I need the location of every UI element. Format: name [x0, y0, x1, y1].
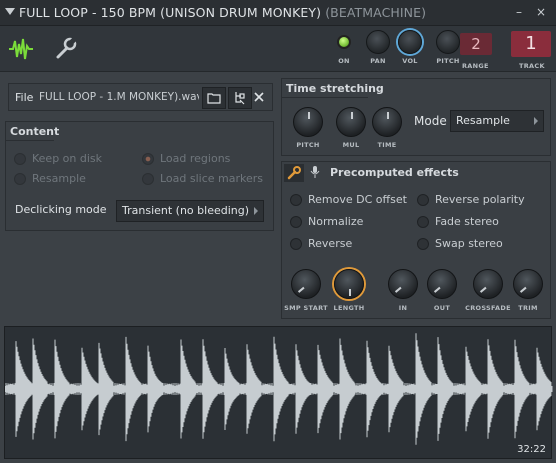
- fade-stereo-label: Fade stereo: [435, 215, 499, 228]
- declicking-mode-value: Transient (no bleeding): [122, 204, 250, 217]
- load-regions-label: Load regions: [160, 152, 231, 165]
- reverse-radio[interactable]: [290, 237, 302, 250]
- resample-label: Resample: [32, 172, 86, 185]
- browse-icon: [235, 92, 245, 105]
- pan-control[interactable]: PAN: [364, 30, 392, 65]
- on-toggle[interactable]: ON: [333, 30, 355, 65]
- microphone-icon[interactable]: [310, 165, 320, 179]
- pitch-control[interactable]: PITCH: [434, 30, 462, 65]
- reverse-polarity-radio[interactable]: [417, 193, 429, 206]
- waveform-path: [4, 333, 553, 445]
- load-slice-markers-label: Load slice markers: [160, 172, 264, 185]
- crossfade-knob[interactable]: [473, 269, 503, 299]
- resample-option[interactable]: Resample: [14, 172, 86, 185]
- declicking-mode-label: Declicking mode: [15, 203, 107, 216]
- waveform-display[interactable]: 32:22: [4, 326, 553, 460]
- pitch-knob[interactable]: [436, 30, 460, 54]
- trim-knob[interactable]: [513, 269, 543, 299]
- track-value[interactable]: 1: [511, 31, 551, 57]
- swap-stereo-label: Swap stereo: [435, 237, 503, 250]
- wrench-tab-icon[interactable]: [50, 34, 80, 64]
- ts-pitch-knob[interactable]: [293, 107, 323, 137]
- load-slice-markers-radio[interactable]: [142, 172, 154, 185]
- chevron-right-icon: [254, 207, 258, 215]
- length-knob[interactable]: [334, 269, 364, 299]
- pan-knob[interactable]: [366, 30, 390, 54]
- content-title: Content: [10, 125, 60, 138]
- normalize-label: Normalize: [308, 215, 364, 228]
- window-title: FULL LOOP - 150 BPM (UNISON DRUM MONKEY)…: [19, 5, 427, 20]
- time-stretching-panel: Time stretching PITCH MUL TIME Mode Resa…: [281, 78, 551, 156]
- content-panel: Content Keep on disk Load regions Resamp…: [5, 121, 274, 231]
- vol-control[interactable]: VOL: [396, 30, 424, 65]
- resample-radio[interactable]: [14, 172, 26, 185]
- window-menu-arrow-icon[interactable]: [5, 8, 15, 15]
- ts-time-label: TIME: [377, 141, 397, 149]
- title-bar[interactable]: FULL LOOP - 150 BPM (UNISON DRUM MONKEY)…: [0, 0, 556, 26]
- keep-on-disk-label: Keep on disk: [32, 152, 103, 165]
- wrench-icon[interactable]: [284, 164, 304, 182]
- pitch-label: PITCH: [436, 57, 460, 65]
- close-button[interactable]: ×: [534, 5, 548, 19]
- folder-icon: [207, 93, 221, 104]
- chevron-right-icon: [534, 117, 538, 125]
- waveform-tab-icon[interactable]: [6, 34, 36, 64]
- ts-time-knob[interactable]: [372, 107, 402, 137]
- on-led-icon[interactable]: [337, 35, 351, 49]
- vol-knob[interactable]: [398, 30, 422, 54]
- waveform-graphic[interactable]: [4, 327, 553, 460]
- pitch-range-value[interactable]: 2: [460, 33, 492, 55]
- file-label: File: [15, 91, 34, 104]
- reverse-label: Reverse: [308, 237, 353, 250]
- time-stretching-title: Time stretching: [286, 82, 384, 95]
- remove-dc-offset-radio[interactable]: [290, 193, 302, 206]
- fade-stereo-radio[interactable]: [417, 215, 429, 228]
- remove-dc-offset-label: Remove DC offset: [308, 193, 407, 206]
- mode-select[interactable]: Resample: [450, 110, 544, 132]
- swap-stereo-option[interactable]: Swap stereo: [417, 237, 503, 250]
- swap-stereo-radio[interactable]: [417, 237, 429, 250]
- range-label: RANGE: [462, 62, 489, 70]
- fade-stereo-option[interactable]: Fade stereo: [417, 215, 499, 228]
- normalize-radio[interactable]: [290, 215, 302, 228]
- toolbar: ON PAN VOL PITCH 2 RANGE 1 TRACK: [0, 26, 556, 72]
- pan-label: PAN: [370, 57, 386, 65]
- time-counter: 32:22: [517, 444, 546, 455]
- load-regions-option[interactable]: Load regions: [142, 152, 230, 165]
- length-label: LENGTH: [333, 304, 365, 312]
- precomputed-effects-panel: Precomputed effects Remove DC offset Nor…: [281, 161, 551, 319]
- normalize-option[interactable]: Normalize: [290, 215, 363, 228]
- reverse-option[interactable]: Reverse: [290, 237, 352, 250]
- precomputed-effects-title: Precomputed effects: [330, 166, 459, 179]
- declicking-mode-select[interactable]: Transient (no bleeding): [116, 200, 264, 222]
- mode-label: Mode: [414, 114, 447, 128]
- in-knob[interactable]: [388, 269, 418, 299]
- vol-label: VOL: [402, 57, 418, 65]
- smp-start-knob[interactable]: [291, 269, 321, 299]
- remove-dc-offset-option[interactable]: Remove DC offset: [290, 193, 407, 206]
- reverse-polarity-option[interactable]: Reverse polarity: [417, 193, 525, 206]
- open-file-button[interactable]: [202, 87, 226, 109]
- trim-label: TRIM: [518, 304, 538, 312]
- clear-file-button[interactable]: [249, 87, 269, 109]
- minimize-button[interactable]: –: [512, 5, 526, 19]
- keep-on-disk-radio[interactable]: [14, 152, 26, 165]
- file-name: FULL LOOP - 1.M MONKEY).wav: [39, 91, 199, 103]
- load-slice-markers-option[interactable]: Load slice markers: [142, 172, 263, 185]
- load-regions-radio[interactable]: [142, 152, 154, 165]
- track-label: TRACK: [519, 62, 545, 70]
- on-label: ON: [338, 57, 350, 65]
- out-knob[interactable]: [427, 269, 457, 299]
- keep-on-disk-option[interactable]: Keep on disk: [14, 152, 102, 165]
- mode-value: Resample: [456, 114, 510, 127]
- reverse-polarity-label: Reverse polarity: [435, 193, 525, 206]
- close-icon: [254, 92, 264, 102]
- file-row: File FULL LOOP - 1.M MONKEY).wav: [8, 83, 273, 111]
- ts-mul-knob[interactable]: [336, 107, 366, 137]
- out-label: OUT: [433, 304, 451, 312]
